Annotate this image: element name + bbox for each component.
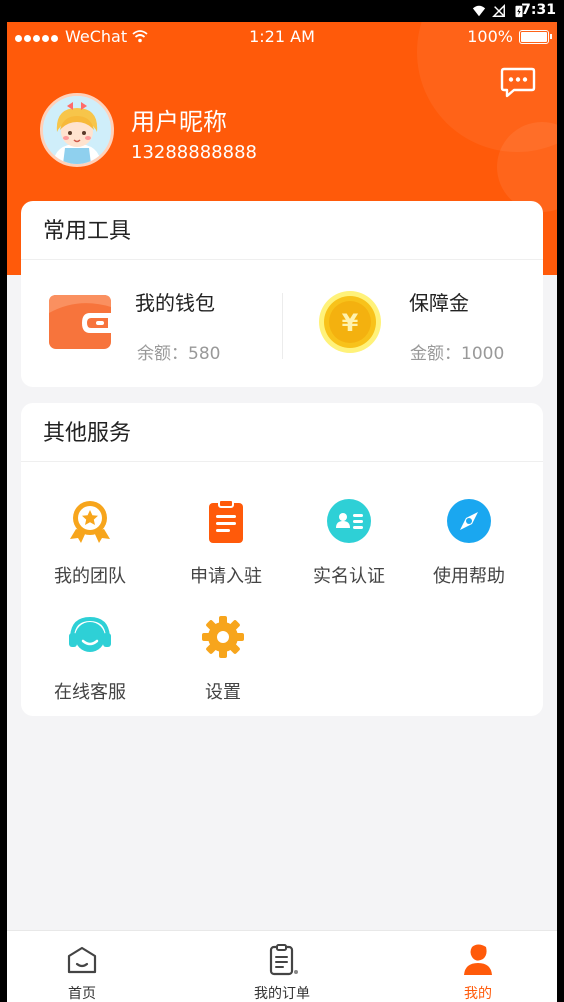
user-icon [464,944,492,975]
ios-status-bar: WeChat 1:21 AM 100% [7,22,557,52]
signal-icon [492,4,505,17]
nickname: 用户昵称 [131,108,227,136]
tab-label: 我的 [464,986,492,1002]
service-settings[interactable]: 设置 [168,615,278,704]
wifi-icon [472,5,486,17]
message-icon[interactable] [500,66,536,100]
home-icon [67,946,97,974]
common-tools-title: 常用工具 [21,201,543,260]
avatar[interactable] [40,93,114,167]
medal-icon [70,501,110,543]
deposit-amount: 金额：1000 [410,344,505,364]
service-label: 实名认证 [313,566,385,587]
wallet-icon [49,295,111,349]
battery-icon [519,29,552,44]
service-my-team[interactable]: 我的团队 [35,499,145,588]
cartoon-avatar-icon [43,96,111,164]
service-label: 设置 [205,682,241,703]
tab-home[interactable]: 首页 [22,931,142,1002]
service-label: 我的团队 [54,566,126,587]
id-card-icon [327,499,371,543]
service-apply[interactable]: 申请入驻 [171,499,281,588]
svg-text:¥: ¥ [342,309,359,337]
divider [282,293,283,359]
service-real-name[interactable]: 实名认证 [294,499,404,588]
service-label: 在线客服 [54,682,126,703]
headset-icon [69,616,111,652]
wallet-balance: 余额：580 [137,344,221,364]
order-icon [269,944,298,976]
app-screen: WeChat 1:21 AM 100% 用户昵称 13288888888 常用工… [7,22,557,1002]
service-label: 申请入驻 [190,566,262,587]
clipboard-icon [209,499,243,543]
bottom-tab-bar: 首页 我的订单 我的 [7,930,557,1002]
phone-number: 13288888888 [131,142,257,163]
wallet-label: 我的钱包 [135,291,215,315]
tab-label: 我的订单 [254,986,310,1002]
battery-percent: 100% [467,27,513,46]
other-services-title: 其他服务 [21,403,543,462]
tab-mine[interactable]: 我的 [418,931,538,1002]
deposit-label: 保障金 [409,291,469,315]
system-time: 7:31 [521,2,556,18]
common-tools-card: 常用工具 我的钱包 余额：580 ¥ 保障金 金额：1000 [21,201,543,387]
compass-icon [447,499,491,543]
gear-icon [202,616,244,658]
service-online-support[interactable]: 在线客服 [35,615,145,704]
tab-my-orders[interactable]: 我的订单 [222,931,342,1002]
other-services-card: 其他服务 我的团队 申请入驻 实名认证 使用帮助 在线客服 设置 [21,403,543,716]
tab-label: 首页 [68,986,96,1002]
service-help[interactable]: 使用帮助 [414,499,524,588]
coin-icon: ¥ [319,291,381,353]
android-status-bar: 7:31 [0,0,564,22]
service-label: 使用帮助 [433,566,505,587]
